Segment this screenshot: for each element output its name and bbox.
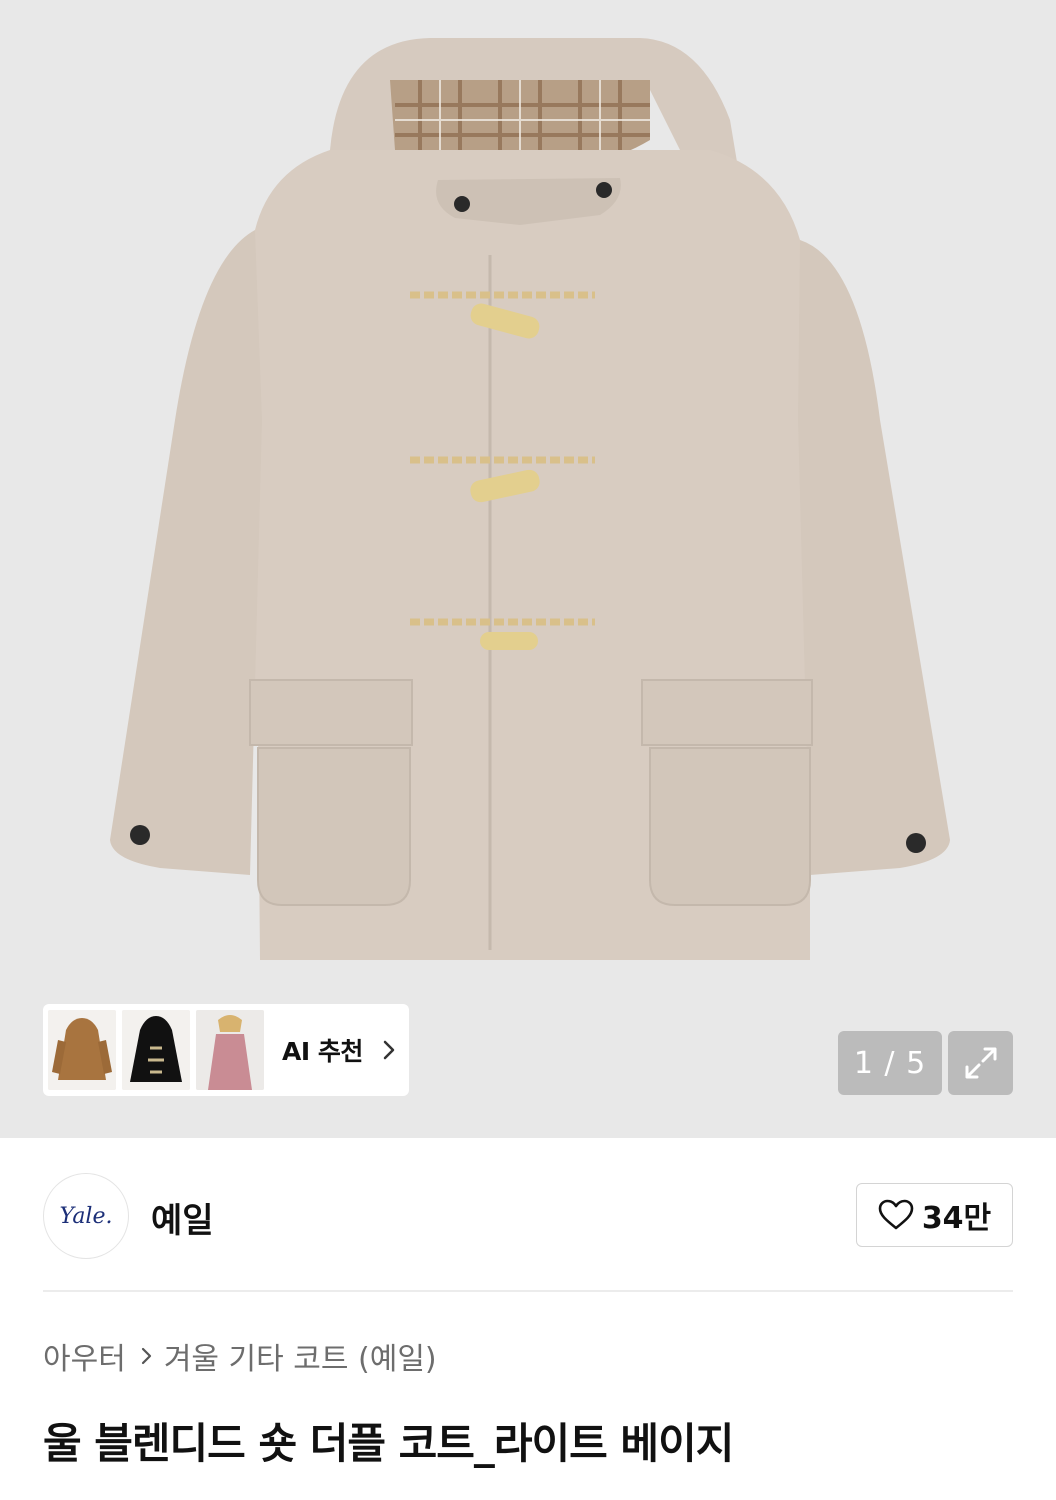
pink-coat-model-image bbox=[196, 1010, 264, 1090]
breadcrumb-subcategory[interactable]: 겨울 기타 코트 (예일) bbox=[164, 1334, 437, 1378]
chevron-right-icon bbox=[383, 1040, 395, 1060]
breadcrumb: 아우터 겨울 기타 코트 (예일) bbox=[43, 1334, 437, 1378]
product-title: 울 블렌디드 숏 더플 코트_라이트 베이지 bbox=[43, 1419, 734, 1468]
recommend-thumbnail-black-hoodie[interactable] bbox=[122, 1010, 190, 1090]
brand-logo-text: Yale. bbox=[59, 1203, 113, 1229]
image-pager-indicator: 1 / 5 bbox=[838, 1031, 942, 1095]
like-button[interactable]: 34만 bbox=[856, 1183, 1013, 1247]
heart-icon bbox=[878, 1199, 914, 1230]
product-image-gallery[interactable]: AI 추천 1 / 5 bbox=[0, 0, 1056, 1138]
brand-row: Yale. 예일 34만 bbox=[43, 1170, 1013, 1259]
ai-recommend-label: AI 추천 bbox=[282, 1037, 363, 1066]
expand-icon bbox=[965, 1047, 996, 1079]
brand-name[interactable]: 예일 bbox=[151, 1193, 214, 1242]
black-hoodie-image bbox=[122, 1010, 190, 1090]
breadcrumb-category[interactable]: 아우터 bbox=[43, 1334, 126, 1378]
recommend-thumbnail-camel-coat[interactable] bbox=[48, 1010, 116, 1090]
brand-logo[interactable]: Yale. bbox=[43, 1173, 129, 1259]
divider bbox=[43, 1290, 1013, 1292]
recommend-thumbnail-pink-coat[interactable] bbox=[196, 1010, 264, 1090]
camel-coat-image bbox=[48, 1010, 116, 1090]
expand-image-button[interactable] bbox=[948, 1031, 1013, 1095]
product-image bbox=[110, 38, 950, 960]
ai-recommend-card[interactable]: AI 추천 bbox=[43, 1004, 409, 1096]
chevron-right-icon bbox=[141, 1347, 151, 1365]
like-count: 34만 bbox=[921, 1201, 992, 1236]
